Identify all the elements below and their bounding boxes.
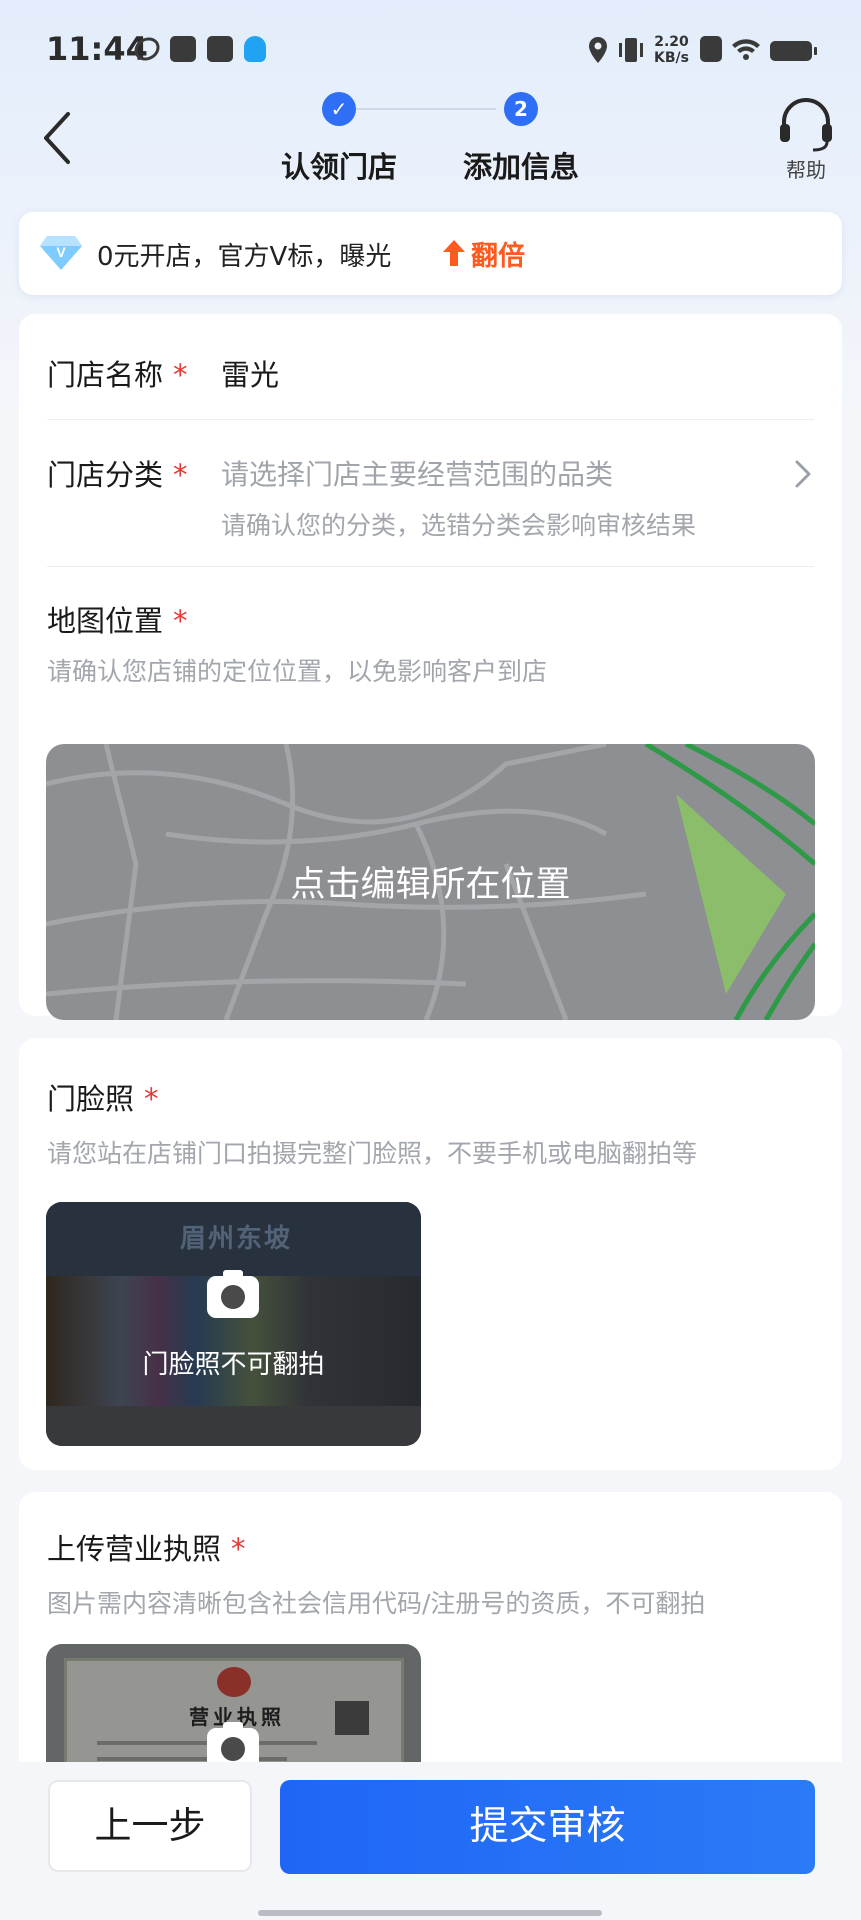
svg-text:V: V <box>56 244 66 260</box>
network-speed-unit: KB/s <box>654 50 689 66</box>
diamond-v-icon: V <box>40 236 82 270</box>
map-location-hint: 请确认您店铺的定位位置，以免影响客户到店 <box>47 657 548 686</box>
required-mark: * <box>231 1532 246 1566</box>
step-1-done-marker: ✓ <box>322 92 356 126</box>
required-mark: * <box>144 1082 159 1116</box>
storefront-photo-caption: 门脸照不可翻拍 <box>142 1350 325 1380</box>
storefront-photo-hint: 请您站在店铺门口拍摄完整门脸照，不要手机或电脑翻拍等 <box>47 1139 698 1168</box>
required-mark: * <box>173 358 188 392</box>
map-location-label-text: 地图位置 <box>47 604 164 638</box>
promo-text: 0元开店，官方V标，曝光 <box>97 242 392 272</box>
step-2-label: 添加信息 <box>462 150 579 184</box>
chevron-left-icon <box>44 112 70 164</box>
status-time: 11:44 <box>46 30 148 68</box>
location-icon <box>589 37 607 63</box>
business-license-card: 上传营业执照 * 图片需内容清晰包含社会信用代码/注册号的资质，不可翻拍 营业执照 <box>19 1492 842 1804</box>
home-indicator[interactable] <box>258 1910 602 1916</box>
help-button[interactable]: 帮助 <box>774 96 838 186</box>
store-category-field[interactable]: 门店分类 * 请选择门店主要经营范围的品类 请确认您的分类，选错分类会影响审核结果 <box>19 420 842 580</box>
store-name-input[interactable]: 雷光 <box>221 352 279 394</box>
message-notification-icon <box>170 36 196 62</box>
map-edit-prompt: 点击编辑所在位置 <box>290 865 571 905</box>
close-box-icon <box>700 36 722 62</box>
submit-review-button[interactable]: 提交审核 <box>280 1780 815 1874</box>
bottom-action-bar: 上一步 提交审核 <box>0 1762 861 1920</box>
business-license-label: 上传营业执照 * <box>47 1526 246 1568</box>
back-button[interactable] <box>36 108 80 168</box>
divider <box>47 566 814 567</box>
storefront-photo-label: 门脸照 * <box>47 1076 159 1118</box>
qq-notification-icon <box>244 36 266 62</box>
storefront-photo-upload[interactable]: 眉州东坡 门脸照不可翻拍 <box>46 1202 421 1446</box>
headset-icon <box>780 98 832 152</box>
business-license-label-text: 上传营业执照 <box>47 1532 222 1566</box>
map-preview[interactable]: 点击编辑所在位置 <box>46 744 815 1020</box>
wifi-icon <box>732 39 760 60</box>
inbox-notification-icon <box>207 36 233 62</box>
step-1-label: 认领门店 <box>280 150 397 184</box>
store-category-label: 门店分类 * <box>47 452 188 494</box>
promo-highlight: 翻倍 <box>471 241 525 272</box>
storefront-photo-label-text: 门脸照 <box>47 1082 135 1116</box>
vibrate-icon <box>619 38 643 62</box>
store-category-placeholder: 请选择门店主要经营范围的品类 <box>221 458 614 491</box>
help-label: 帮助 <box>786 158 826 182</box>
step-connector <box>356 108 496 110</box>
network-speed: 2.20 KB/s <box>654 34 689 66</box>
arrow-up-icon <box>443 240 465 266</box>
store-name-label-text: 门店名称 <box>47 358 164 392</box>
previous-step-button[interactable]: 上一步 <box>48 1780 252 1872</box>
store-category-hint: 请确认您的分类，选错分类会影响审核结果 <box>221 511 697 540</box>
map-location-label: 地图位置 * <box>47 598 188 640</box>
store-name-label: 门店名称 * <box>47 352 188 394</box>
promo-banner[interactable]: V 0元开店，官方V标，曝光 翻倍 <box>19 212 842 295</box>
business-license-hint: 图片需内容清晰包含社会信用代码/注册号的资质，不可翻拍 <box>47 1589 706 1618</box>
store-category-label-text: 门店分类 <box>47 458 164 492</box>
chevron-right-icon <box>795 460 811 488</box>
required-mark: * <box>173 458 188 492</box>
network-speed-value: 2.20 <box>654 34 689 50</box>
required-mark: * <box>173 604 188 638</box>
storefront-sample-image: 眉州东坡 <box>46 1202 421 1446</box>
status-bar: 11:44 2.20 KB/s <box>0 0 861 100</box>
storefront-photo-card: 门脸照 * 请您站在店铺门口拍摄完整门脸照，不要手机或电脑翻拍等 眉州东坡 门脸照… <box>19 1038 842 1470</box>
battery-icon <box>770 41 817 61</box>
step-2-number: 2 <box>504 92 538 126</box>
store-info-card: 门店名称 * 雷光 门店分类 * 请选择门店主要经营范围的品类 请确认您的分类，选错… <box>19 314 842 1020</box>
camera-icon <box>207 1270 259 1318</box>
